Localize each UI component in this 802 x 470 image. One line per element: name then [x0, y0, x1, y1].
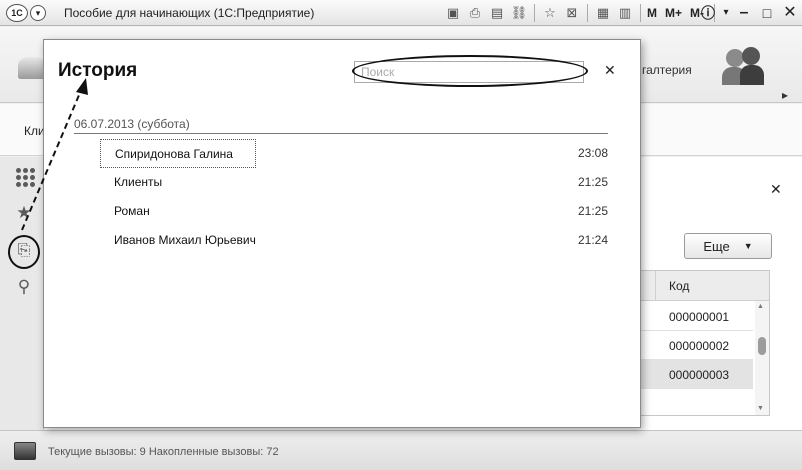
sections-scroll-right-icon[interactable]: ▸ [782, 88, 788, 102]
toolbar-divider [534, 4, 535, 22]
star-outline-icon[interactable]: ☆ [541, 4, 559, 22]
history-item-name: Роман [114, 204, 150, 218]
code-cell: 000000003 [669, 368, 730, 382]
history-item-time: 21:25 [577, 204, 608, 218]
table-scrollbar[interactable]: ▲ ▼ [755, 301, 769, 415]
printer-icon[interactable]: ⎙ [466, 4, 484, 22]
date-group-header: 06.07.2013 (суббота) [74, 117, 190, 131]
history-item-time: 23:08 [577, 146, 608, 160]
status-text: Текущие вызовы: 9 Накопленные вызовы: 72 [48, 446, 279, 458]
title-toolbar: ▣ ⎙ ▤ ⛓ ☆ ⊠ ▦ ▥ M M+ M- [444, 3, 721, 23]
history-item-time: 21:25 [577, 175, 608, 189]
close-window-button[interactable]: ✕ [780, 3, 800, 23]
history-item-name: Клиенты [114, 175, 163, 189]
code-cell: 000000001 [669, 310, 730, 324]
window-title: Пособие для начинающих (1С:Предприятие) [64, 6, 315, 20]
search-icon[interactable]: ⚲ [14, 277, 34, 297]
column-header-code[interactable]: Код [669, 279, 689, 293]
section-icon[interactable] [18, 57, 46, 79]
form-close-icon[interactable]: ✕ [770, 181, 782, 198]
history-dialog: История ✕ 06.07.2013 (суббота) Спиридоно… [43, 39, 641, 428]
code-cell: 000000002 [669, 339, 730, 353]
users-icon[interactable] [722, 45, 764, 87]
info-dropdown-icon[interactable]: ▾ [716, 3, 736, 23]
history-item-time: 21:24 [577, 233, 608, 247]
history-item-focus: Спиридонова Галина [100, 139, 256, 168]
table-header: Код [641, 271, 769, 301]
history-item[interactable]: Роман 21:25 [100, 197, 608, 226]
history-item[interactable]: Клиенты 21:25 [100, 168, 608, 197]
link-icon[interactable]: ⛓ [510, 4, 528, 22]
more-button-label: Еще [703, 238, 730, 254]
main-menu-button[interactable]: ▾ [30, 5, 46, 21]
toolbar-divider [587, 4, 588, 22]
preview-icon[interactable]: ▤ [488, 4, 506, 22]
search-highlight [352, 55, 588, 87]
favorites-star-icon[interactable]: ★ [14, 203, 34, 223]
app-logo-icon[interactable]: 1C [6, 4, 28, 22]
history-item[interactable]: Иванов Михаил Юрьевич 21:24 [100, 226, 608, 255]
list-table[interactable]: Код 000000001 000000002 000000003 ▲ ▼ [640, 270, 770, 416]
divider [74, 133, 608, 134]
server-calls-icon[interactable] [14, 442, 36, 460]
floppy-icon[interactable]: ▣ [444, 4, 462, 22]
title-bar: 1C ▾ Пособие для начинающих (1С:Предприя… [0, 0, 802, 26]
toolbar-divider [640, 4, 641, 22]
close-icon[interactable]: ✕ [604, 62, 616, 79]
section-label[interactable]: галтерия [642, 63, 692, 77]
memory-button[interactable]: M [647, 6, 657, 20]
calculator-icon[interactable]: ▦ [594, 4, 612, 22]
history-item[interactable]: Спиридонова Галина 23:08 [100, 139, 608, 168]
breadcrumb[interactable]: Кли [24, 124, 45, 138]
info-icon[interactable]: ⓘ [698, 3, 718, 23]
maximize-button[interactable]: □ [757, 3, 777, 23]
menu-grid-icon[interactable] [16, 168, 35, 187]
more-button[interactable]: Еще ▼ [684, 233, 772, 259]
pin-icon[interactable]: ⊠ [563, 4, 581, 22]
chevron-down-icon: ▼ [743, 241, 753, 251]
history-item-name: Иванов Михаил Юрьевич [114, 233, 256, 247]
scroll-down-icon[interactable]: ▼ [757, 405, 764, 412]
history-item-name: Спиридонова Галина [115, 147, 233, 161]
calendar-icon[interactable]: ▥ [616, 4, 634, 22]
status-bar: Текущие вызовы: 9 Накопленные вызовы: 72 [0, 430, 802, 470]
dialog-title: История [58, 60, 138, 81]
memory-plus-button[interactable]: M+ [665, 6, 682, 20]
scroll-up-icon[interactable]: ▲ [757, 303, 764, 310]
table-row[interactable]: 000000001 [641, 302, 753, 331]
minimize-button[interactable]: – [734, 3, 754, 23]
table-row[interactable]: 000000003 [641, 360, 753, 389]
history-icon-highlight [8, 235, 40, 269]
scrollbar-thumb[interactable] [758, 337, 766, 355]
table-row[interactable]: 000000002 [641, 331, 753, 360]
